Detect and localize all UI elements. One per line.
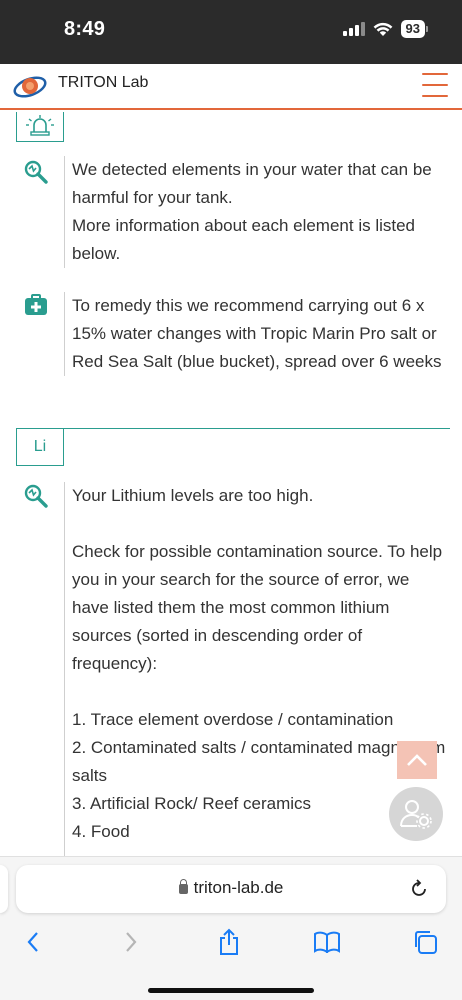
forward-button[interactable]: [116, 927, 146, 957]
chevron-left-icon: [27, 932, 38, 952]
bookmarks-button[interactable]: [312, 927, 342, 957]
scroll-to-top-button[interactable]: [397, 741, 437, 779]
brand-name[interactable]: TRITON Lab: [58, 74, 148, 92]
detected-paragraph-2: More information about each element is l…: [72, 216, 416, 263]
status-icons: 93: [342, 20, 428, 38]
back-button[interactable]: [18, 927, 48, 957]
detected-paragraph-1: We detected elements in your water that …: [72, 160, 432, 207]
alarm-light-icon: [26, 114, 54, 136]
tabs-icon: [415, 931, 437, 954]
status-time: 8:49: [64, 18, 106, 40]
chevron-up-icon: [407, 754, 427, 766]
cellular-signal-icon: [342, 22, 365, 36]
section-divider: [16, 428, 450, 429]
book-icon: [314, 931, 340, 953]
user-settings-button[interactable]: [389, 787, 443, 841]
first-aid-kit-icon: [25, 294, 47, 315]
lock-icon: [178, 879, 188, 894]
reload-icon[interactable]: [408, 878, 430, 900]
lithium-source-item: 2. Contaminated salts / contaminated mag…: [72, 738, 446, 785]
wifi-icon: [373, 22, 392, 36]
general-section-badge: [16, 112, 64, 142]
lithium-headline: Your Lithium levels are too high.: [72, 486, 314, 505]
lithium-source-item: 1. Trace element overdose / contaminatio…: [72, 710, 394, 729]
address-bar[interactable]: triton-lab.de: [16, 865, 446, 913]
lithium-element-badge: Li: [16, 428, 64, 466]
share-button[interactable]: [214, 927, 244, 957]
browser-nav: [0, 927, 462, 967]
share-icon: [220, 928, 238, 955]
tabs-button[interactable]: [410, 927, 440, 957]
status-bar: 8:49 93: [0, 0, 462, 64]
url-text: triton-lab.de: [193, 878, 284, 897]
site-header: TRITON Lab: [0, 64, 462, 110]
battery-indicator: 93: [400, 20, 428, 38]
lithium-text: Your Lithium levels are too high. Check …: [64, 482, 448, 856]
home-indicator[interactable]: [148, 988, 314, 993]
detected-text: We detected elements in your water that …: [64, 156, 448, 268]
address-bar-url: triton-lab.de: [16, 878, 446, 898]
user-gear-icon: [400, 800, 432, 829]
menu-icon[interactable]: [422, 73, 448, 97]
lithium-advice: Check for possible contamination source.…: [72, 542, 443, 673]
browser-toolbar: triton-lab.de: [0, 856, 462, 1000]
chevron-right-icon: [126, 932, 137, 952]
magnifier-analysis-icon: [24, 160, 48, 184]
magnifier-analysis-icon: [24, 484, 48, 508]
report-content: We detected elements in your water that …: [0, 112, 462, 856]
remedy-text: To remedy this we recommend carrying out…: [64, 292, 448, 376]
battery-level: 93: [400, 20, 425, 38]
previous-tab-edge[interactable]: [0, 865, 8, 913]
triton-logo-icon[interactable]: [12, 68, 48, 104]
